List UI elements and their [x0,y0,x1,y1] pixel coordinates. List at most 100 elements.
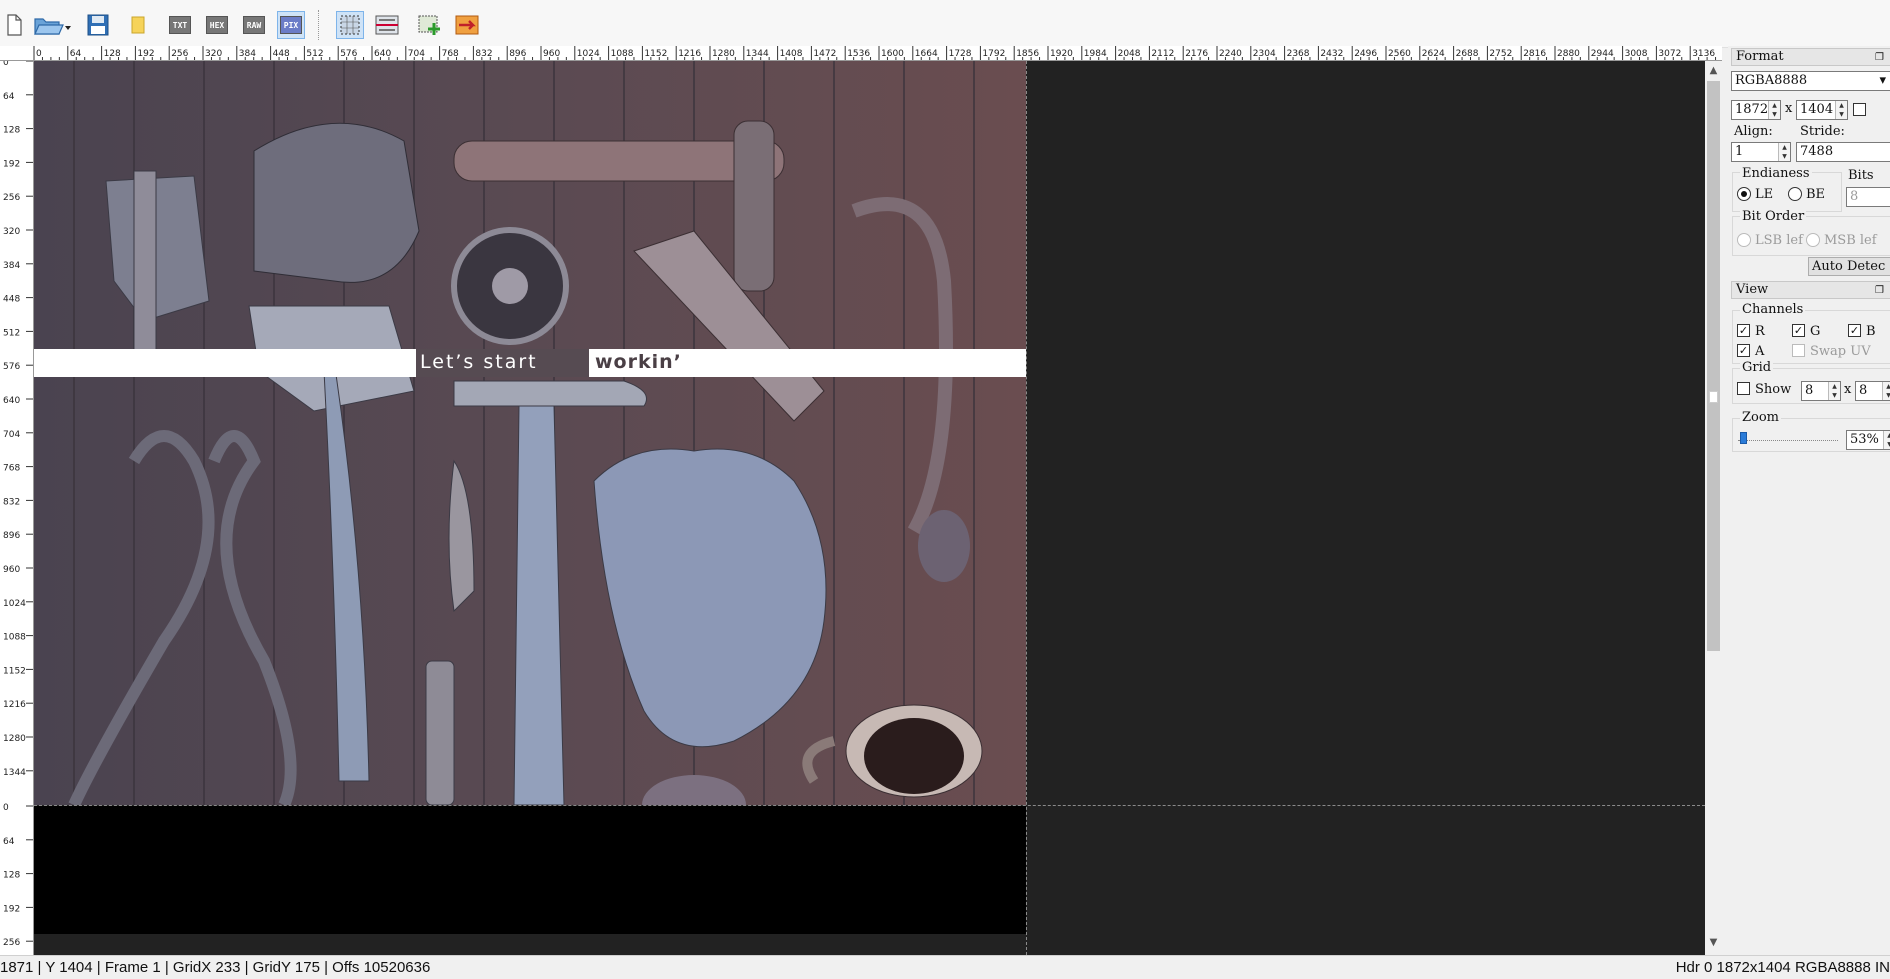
width-field[interactable]: 1872 ▲ ▼ [1731,100,1781,120]
ruler-tick-label: 640 [3,396,20,406]
le-radio[interactable] [1737,187,1751,201]
save-button[interactable] [84,11,112,39]
ruler-tick-label: 1152 [644,49,667,59]
dock-float-icon[interactable]: ❐ [1875,50,1884,66]
ruler-tick-label: 2176 [1185,49,1208,59]
select-region-button[interactable] [336,11,364,39]
auto-detect-button[interactable]: Auto Detec [1808,257,1890,276]
format-panel-header[interactable]: Format ❐ [1731,48,1890,66]
add-image-icon [418,15,440,35]
grid-show-checkbox[interactable] [1737,382,1750,395]
bits-field[interactable]: 8 [1846,187,1890,207]
width-value: 1872 [1735,102,1769,117]
canvas-vertical-scrollbar[interactable]: ▲ ▼ [1705,61,1722,955]
endianness-label: Endianess [1740,166,1812,181]
ruler-tick-label: 1664 [915,49,938,59]
channel-g-checkbox[interactable]: ✓ [1792,324,1805,337]
fit-view-button[interactable] [373,11,401,39]
grid-x-stepper-icon[interactable]: ▲ ▼ [1828,382,1840,400]
ruler-tick-label: 768 [3,464,20,474]
ruler-tick-label: 1792 [982,49,1005,59]
horizontal-ruler: 0 64 128 192 256 320 384 448 512 576 640 704 768 832 8… [34,46,1722,61]
bit-order-label: Bit Order [1740,209,1807,224]
open-file-button[interactable] [32,11,72,39]
le-label: LE [1755,187,1774,202]
ruler-tick-label: 192 [3,159,20,169]
ruler-tick-label: 2688 [1456,49,1479,59]
dock-float-icon[interactable]: ❐ [1875,283,1884,299]
lock-size-checkbox[interactable] [1853,103,1866,116]
note-icon [131,16,145,34]
msb-label: MSB lef [1824,233,1877,248]
ruler-tick-label: 2496 [1354,49,1377,59]
msb-radio[interactable] [1806,233,1820,247]
align-label: Align: [1734,124,1773,139]
new-file-button[interactable] [0,11,28,39]
scroll-thumb[interactable] [1707,81,1720,651]
image-width-boundary [1026,61,1027,955]
decoded-image-frame-2[interactable] [34,806,1026,934]
add-image-button[interactable] [416,11,444,39]
zoom-slider-thumb[interactable] [1740,432,1747,444]
grid-y-stepper-icon[interactable]: ▲ ▼ [1882,382,1890,400]
grid-separator: x [1844,382,1852,397]
align-value: 1 [1735,144,1744,159]
zoom-stepper-icon[interactable]: ▲ ▼ [1883,431,1890,449]
ruler-tick-label: 960 [543,49,560,59]
tools-photo-image [34,61,1026,805]
scroll-down-arrow-icon[interactable]: ▼ [1705,937,1722,951]
ruler-tick-label: 1088 [3,633,26,643]
channel-a-checkbox[interactable]: ✓ [1737,344,1750,357]
align-field[interactable]: 1 ▲ ▼ [1731,142,1791,162]
ruler-tick-label: 832 [475,49,492,59]
ruler-tick-label: 2432 [1320,49,1343,59]
channel-b-checkbox[interactable]: ✓ [1848,324,1861,337]
ruler-tick-label: 1344 [746,49,769,59]
ruler-tick-label: 1408 [780,49,803,59]
height-field[interactable]: 1404 ▲ ▼ [1796,100,1848,120]
be-radio[interactable] [1788,187,1802,201]
zoom-label: Zoom [1740,410,1782,425]
chevron-down-icon: ▾ [1879,73,1886,88]
scroll-up-arrow-icon[interactable]: ▲ [1705,65,1722,79]
size-separator: x [1785,101,1793,116]
align-stepper-icon[interactable]: ▲ ▼ [1778,143,1790,161]
ruler-tick-label: 832 [3,497,20,507]
properties-panel: Format ❐ RGBA8888 ▾ 1872 ▲ ▼ x 1404 ▲ ▼ Al… [1728,46,1890,954]
ruler-tick-label: 576 [340,49,357,59]
view-pixels-button[interactable]: PIX [277,11,305,39]
channel-r-checkbox[interactable]: ✓ [1737,324,1750,337]
view-txt-button[interactable]: TXT [166,11,194,39]
view-hex-button[interactable]: HEX [203,11,231,39]
vertical-ruler-scale: 0641281922563203844485125766407047688328… [3,61,33,948]
ruler-tick-label: 1024 [3,599,26,609]
stride-field[interactable]: 7488 [1796,142,1890,162]
ruler-tick-label: 2560 [1388,49,1411,59]
zoom-slider-track[interactable] [1738,440,1838,441]
zoom-value: 53% [1850,432,1879,447]
copy-button[interactable] [124,11,152,39]
ruler-tick-label: 1984 [1084,49,1107,59]
view-panel-header[interactable]: View ❐ [1731,281,1890,299]
ruler-tick-label: 256 [3,193,20,203]
swap-uv-checkbox[interactable] [1792,344,1805,357]
pixel-format-select[interactable]: RGBA8888 ▾ [1731,71,1890,91]
height-stepper-icon[interactable]: ▲ ▼ [1835,101,1847,119]
width-stepper-icon[interactable]: ▲ ▼ [1768,101,1780,119]
export-image-button[interactable] [453,11,481,39]
decoded-image-frame-1[interactable]: Let’s start workin’ [34,61,1026,805]
view-raw-button[interactable]: RAW [240,11,268,39]
grid-y-field[interactable]: 8 ▲ ▼ [1855,381,1890,401]
lsb-radio[interactable] [1737,233,1751,247]
ruler-tick-label: 1280 [712,49,735,59]
ruler-tick-label: 64 [3,837,15,847]
ruler-tick-label: 1536 [847,49,870,59]
be-label: BE [1806,187,1826,202]
zoom-field[interactable]: 53% ▲ ▼ [1846,430,1890,450]
grid-select-icon [340,15,360,35]
grid-x-field[interactable]: 8 ▲ ▼ [1801,381,1841,401]
pixel-canvas[interactable]: Let’s start workin’ [34,61,1705,955]
hex-icon: HEX [206,16,228,34]
frame-boundary [34,805,1705,806]
ruler-tick-label: 3072 [1658,49,1681,59]
